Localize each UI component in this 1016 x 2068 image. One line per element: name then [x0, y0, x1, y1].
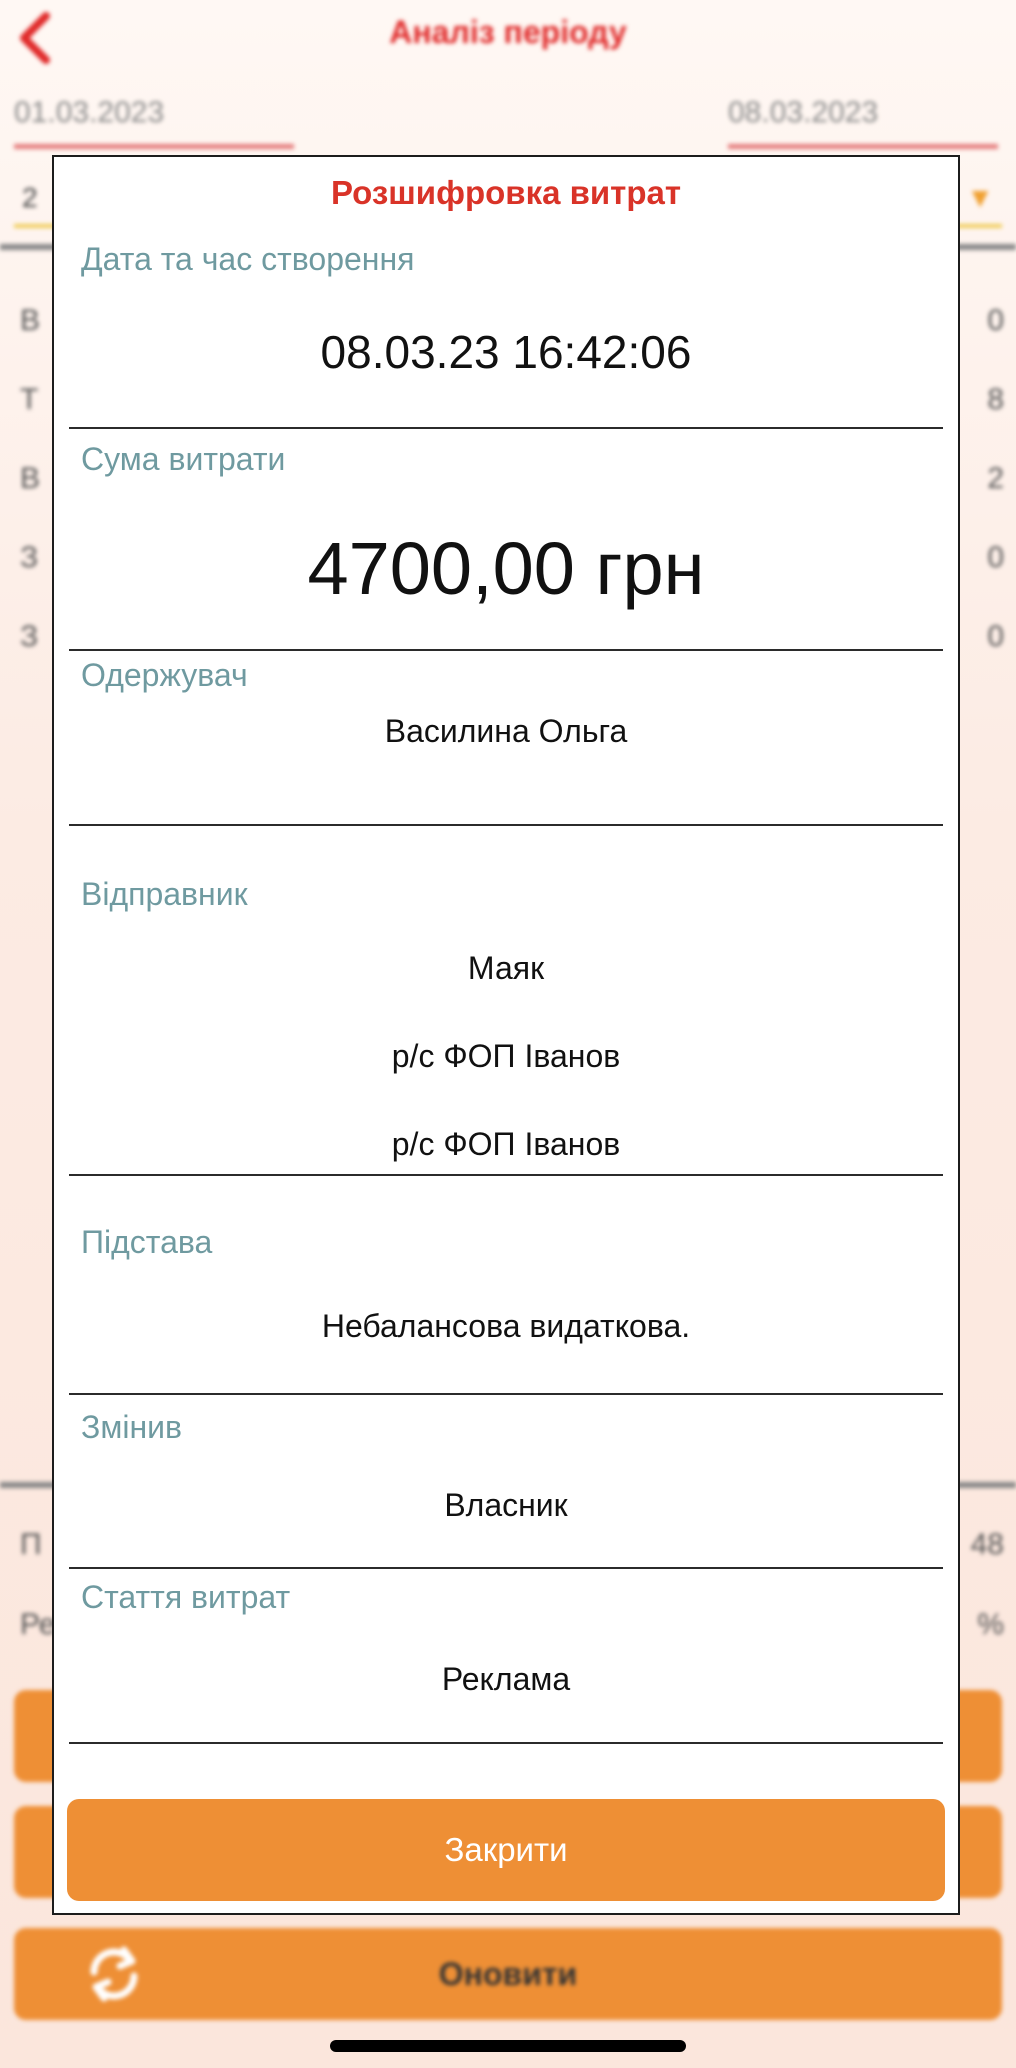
- date-from-field[interactable]: 01.03.2023: [14, 96, 294, 149]
- sender-value: р/с ФОП Іванов: [391, 1126, 621, 1162]
- refresh-label: Оновити: [438, 1955, 578, 1992]
- close-button[interactable]: Закрити: [67, 1799, 945, 1901]
- refresh-button[interactable]: Оновити: [14, 1928, 1002, 2020]
- sender-value: Маяк: [467, 950, 545, 986]
- period-select-value: 2: [22, 182, 38, 213]
- changed-by-value: Власник: [444, 1487, 568, 1523]
- app-screen: Аналіз періоду 01.03.2023 08.03.2023 2 ▼…: [0, 0, 1016, 2068]
- dialog-title: Розшифровка витрат: [330, 174, 682, 211]
- dropdown-arrow-icon: ▼: [966, 182, 994, 213]
- sender-value: р/с ФОП Іванов: [391, 1038, 621, 1074]
- created-label: Дата та час створення: [81, 241, 415, 277]
- recipient-value: Василина Ольга: [384, 713, 628, 749]
- recipient-label: Одержувач: [81, 657, 248, 693]
- changed-by-section: Змінив Власник: [69, 1395, 943, 1569]
- basis-section: Підстава Небалансова видаткова.: [69, 1176, 943, 1395]
- changed-by-label: Змінив: [81, 1409, 182, 1445]
- created-value: 08.03.23 16:42:06: [320, 326, 692, 378]
- sender-label: Відправник: [81, 876, 248, 912]
- basis-label: Підстава: [81, 1224, 213, 1260]
- expense-details-dialog: Розшифровка витрат Дата та час створення…: [52, 155, 960, 1915]
- basis-value: Небалансова видаткова.: [321, 1308, 691, 1344]
- sender-section: Відправник Маяк р/с ФОП Іванов р/с ФОП І…: [69, 826, 943, 1176]
- sum-value: 4700,00 грн: [307, 527, 705, 610]
- sum-section: Сума витрати 4700,00 грн: [69, 429, 943, 651]
- home-indicator[interactable]: [330, 2040, 686, 2052]
- sum-label: Сума витрати: [81, 441, 286, 477]
- date-to-field[interactable]: 08.03.2023: [728, 96, 998, 149]
- expense-article-value: Реклама: [441, 1661, 571, 1697]
- refresh-icon: [90, 1946, 138, 2002]
- created-section: Дата та час створення 08.03.23 16:42:06: [69, 229, 943, 429]
- expense-article-label: Стаття витрат: [81, 1579, 291, 1615]
- recipient-section: Одержувач Василина Ольга: [69, 651, 943, 826]
- expense-article-section: Стаття витрат Реклама: [69, 1569, 943, 1744]
- screen-title: Аналіз періоду: [389, 14, 627, 50]
- dialog-header: Розшифровка витрат: [54, 157, 958, 229]
